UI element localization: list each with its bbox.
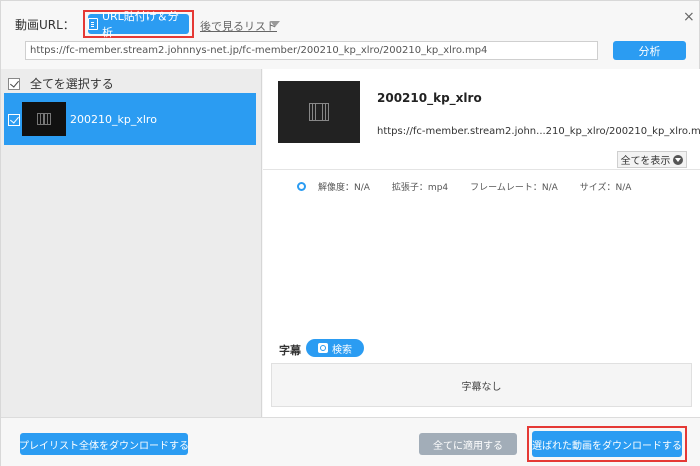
- show-all-button[interactable]: 全てを表示: [617, 151, 687, 168]
- format-size: サイズ：N/A: [579, 183, 632, 193]
- watch-later-link[interactable]: 後で見るリスト: [200, 18, 277, 34]
- show-all-label: 全てを表示: [620, 156, 671, 167]
- video-preview-thumbnail: [278, 81, 360, 143]
- download-selected-button[interactable]: 選ばれた動画をダウンロードする: [532, 431, 682, 457]
- film-icon: [37, 113, 51, 125]
- select-all-label: 全てを選択する: [30, 77, 114, 91]
- select-all-checkbox[interactable]: [8, 77, 20, 90]
- paste-and-analyze-button[interactable]: URL貼付け＆分析: [88, 10, 189, 39]
- url-label: 動画URL：: [15, 18, 75, 32]
- download-playlist-button[interactable]: プレイリスト全体をダウンロードする: [19, 433, 189, 455]
- format-option-row[interactable]: 解像度：N/A 拡張子：mp4 フレームレート：N/A サイズ：N/A: [297, 180, 653, 193]
- url-input[interactable]: [25, 41, 598, 60]
- format-radio[interactable]: [297, 182, 306, 191]
- no-subtitle-text: 字幕なし: [461, 381, 502, 393]
- footer-bar: プレイリスト全体をダウンロードする 全てに適用する 選ばれた動画をダウンロードす…: [1, 417, 700, 466]
- paste-and-analyze-label: URL貼付け＆分析: [101, 10, 179, 39]
- video-detail-panel: 200210_kp_xlro https://fc-member.stream2…: [263, 69, 700, 417]
- film-icon: [309, 103, 329, 121]
- subtitle-search-label: 検索: [332, 344, 352, 356]
- format-framerate: フレームレート：N/A: [470, 183, 558, 193]
- format-resolution: 解像度：N/A: [318, 183, 370, 193]
- download-dialog: 動画URL： URL貼付け＆分析 後で見るリスト × 分析 全てを選択する 20…: [0, 0, 700, 466]
- close-icon[interactable]: ×: [683, 9, 695, 25]
- clipboard-icon: [88, 18, 98, 30]
- select-all-row[interactable]: 全てを選択する: [8, 75, 114, 92]
- search-icon: [318, 343, 328, 353]
- item-checkbox[interactable]: [8, 114, 20, 126]
- subtitle-search-button[interactable]: 検索: [306, 339, 364, 357]
- analyze-button[interactable]: 分析: [613, 41, 686, 60]
- list-item[interactable]: 200210_kp_xlro: [4, 93, 256, 145]
- apply-to-all-button[interactable]: 全てに適用する: [419, 433, 517, 455]
- video-title: 200210_kp_xlro: [377, 91, 482, 105]
- divider: [263, 169, 700, 170]
- subtitle-box: 字幕なし: [271, 363, 692, 407]
- chevron-down-icon[interactable]: [270, 21, 280, 27]
- video-list-panel: 全てを選択する 200210_kp_xlro: [1, 69, 262, 417]
- chevron-down-icon: [673, 154, 684, 165]
- video-thumbnail: [22, 102, 66, 136]
- subtitle-label: 字幕: [279, 344, 301, 357]
- list-item-title: 200210_kp_xlro: [70, 113, 157, 126]
- format-extension: 拡張子：mp4: [391, 183, 449, 193]
- video-url: https://fc-member.stream2.john...210_kp_…: [377, 126, 700, 137]
